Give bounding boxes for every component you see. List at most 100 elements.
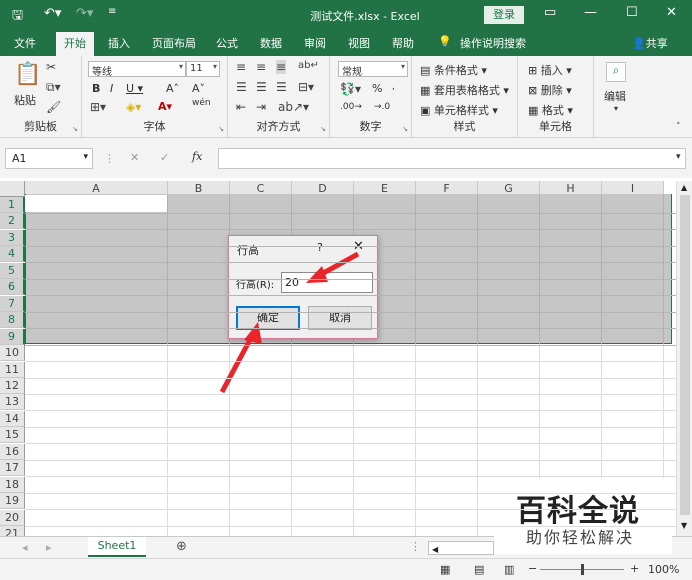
close-icon[interactable]: ✕ bbox=[666, 5, 677, 20]
dialog-launcher-icon[interactable]: ↘ bbox=[402, 125, 408, 133]
ribbon-display-icon[interactable]: ▭ bbox=[544, 5, 556, 20]
delete-cells-button[interactable]: ⊠ 删除 ▾ bbox=[528, 82, 572, 98]
expand-formula-icon[interactable]: ▾ bbox=[676, 152, 681, 162]
login-button[interactable]: 登录 bbox=[484, 6, 524, 24]
row-header[interactable]: 3 bbox=[0, 229, 25, 246]
format-as-table-button[interactable]: ▦ 套用表格格式 ▾ bbox=[420, 82, 509, 98]
page-layout-view-icon[interactable]: ▤ bbox=[474, 563, 484, 576]
increase-decimal-icon[interactable]: .00→ bbox=[340, 102, 362, 112]
insert-function-icon[interactable]: fx bbox=[192, 150, 202, 163]
cancel-entry-icon[interactable]: ✕ bbox=[130, 151, 139, 164]
row-header[interactable]: 20 bbox=[0, 509, 25, 526]
zoom-slider-thumb[interactable] bbox=[581, 564, 584, 575]
align-center-icon[interactable]: ☰ bbox=[256, 80, 267, 94]
zoom-level[interactable]: 100% bbox=[648, 563, 679, 576]
format-cells-button[interactable]: ▦ 格式 ▾ bbox=[528, 102, 573, 118]
format-painter-icon[interactable]: 🖌 bbox=[46, 100, 61, 114]
underline-icon[interactable]: U ▾ bbox=[126, 82, 143, 95]
align-left-icon[interactable]: ☰ bbox=[236, 80, 247, 94]
decrease-font-icon[interactable]: A˅ bbox=[192, 82, 205, 95]
paste-icon[interactable]: 📋 bbox=[14, 62, 41, 87]
font-name-combo[interactable]: 等线 ▾ bbox=[88, 61, 186, 78]
collapse-ribbon-icon[interactable]: ˄ bbox=[676, 122, 681, 132]
customize-qat-icon[interactable]: ≡ bbox=[108, 6, 116, 17]
tab-home[interactable]: 开始 bbox=[56, 32, 94, 56]
row-header[interactable]: 1 bbox=[0, 197, 25, 213]
name-box[interactable]: A1 ▾ bbox=[5, 148, 93, 169]
dialog-launcher-icon[interactable]: ↘ bbox=[218, 125, 224, 133]
row-header[interactable]: 17 bbox=[0, 460, 25, 477]
formula-input[interactable] bbox=[218, 148, 686, 169]
conditional-format-button[interactable]: ▤ 条件格式 ▾ bbox=[420, 62, 487, 78]
minimize-icon[interactable]: — bbox=[584, 5, 597, 20]
tab-formulas[interactable]: 公式 bbox=[216, 35, 238, 51]
tell-me-search[interactable]: 操作说明搜索 bbox=[460, 35, 526, 51]
row-header[interactable]: 8 bbox=[0, 312, 25, 329]
page-break-view-icon[interactable]: ▥ bbox=[504, 563, 514, 576]
row-header[interactable]: 4 bbox=[0, 246, 25, 263]
tab-insert[interactable]: 插入 bbox=[108, 35, 130, 51]
normal-view-icon[interactable]: ▦ bbox=[440, 563, 450, 576]
row-header[interactable]: 12 bbox=[0, 377, 25, 394]
paste-label[interactable]: 粘贴 bbox=[14, 92, 36, 108]
chevron-down-icon[interactable]: ▾ bbox=[614, 104, 618, 113]
active-cell-a1[interactable] bbox=[25, 195, 168, 212]
insert-cells-button[interactable]: ⊞ 插入 ▾ bbox=[528, 62, 572, 78]
cell-styles-button[interactable]: ▣ 单元格样式 ▾ bbox=[420, 102, 498, 118]
vertical-scrollbar[interactable]: ▲ ▼ bbox=[676, 181, 692, 536]
tab-view[interactable]: 视图 bbox=[348, 35, 370, 51]
editing-label[interactable]: 编辑 bbox=[604, 88, 626, 104]
ok-button[interactable]: 确定 bbox=[236, 306, 300, 330]
row-header[interactable]: 18 bbox=[0, 476, 25, 493]
increase-indent-icon[interactable]: ⇥ bbox=[256, 100, 266, 114]
dialog-launcher-icon[interactable]: ↘ bbox=[320, 125, 326, 133]
zoom-in-icon[interactable]: + bbox=[630, 562, 639, 575]
align-middle-icon[interactable]: ≡ bbox=[256, 60, 266, 74]
decrease-indent-icon[interactable]: ⇤ bbox=[236, 100, 246, 114]
row-header[interactable]: 7 bbox=[0, 295, 25, 312]
search-icon[interactable]: ⌕ bbox=[606, 62, 626, 82]
orientation-icon[interactable]: ab↗▾ bbox=[278, 100, 309, 114]
border-icon[interactable]: ⊞▾ bbox=[90, 100, 106, 114]
row-header[interactable]: 10 bbox=[0, 345, 25, 362]
next-sheet-icon[interactable]: ▸ bbox=[46, 541, 52, 554]
comma-icon[interactable]: , bbox=[392, 82, 395, 92]
vertical-scroll-thumb[interactable] bbox=[680, 195, 690, 515]
cancel-button[interactable]: 取消 bbox=[308, 306, 372, 330]
maximize-icon[interactable]: ☐ bbox=[626, 5, 638, 20]
percent-icon[interactable]: % bbox=[372, 82, 382, 95]
tab-help[interactable]: 帮助 bbox=[392, 35, 414, 51]
tab-file[interactable]: 文件 bbox=[14, 35, 36, 51]
sheet-tab-sheet1[interactable]: Sheet1 bbox=[88, 537, 146, 557]
row-header[interactable]: 5 bbox=[0, 262, 25, 279]
decrease-decimal-icon[interactable]: →.0 bbox=[374, 102, 390, 112]
row-header[interactable]: 6 bbox=[0, 279, 25, 296]
increase-font-icon[interactable]: A˄ bbox=[166, 82, 179, 95]
scroll-down-icon[interactable]: ▼ bbox=[681, 521, 687, 530]
row-header[interactable]: 11 bbox=[0, 361, 25, 378]
horizontal-scrollbar[interactable]: ◀ bbox=[428, 541, 494, 555]
redo-icon[interactable]: ↷▾ bbox=[76, 6, 93, 21]
row-header[interactable]: 14 bbox=[0, 410, 25, 427]
scroll-left-icon[interactable]: ◀ bbox=[429, 545, 438, 554]
row-header[interactable]: 16 bbox=[0, 443, 25, 460]
row-header[interactable]: 2 bbox=[0, 213, 25, 230]
phonetic-icon[interactable]: wén bbox=[192, 98, 211, 108]
dialog-launcher-icon[interactable]: ↘ bbox=[72, 125, 78, 133]
row-height-input[interactable]: 20 bbox=[281, 272, 373, 293]
fill-color-icon[interactable]: ◈▾ bbox=[126, 100, 141, 114]
row-header[interactable]: 21 bbox=[0, 526, 25, 536]
row-header[interactable]: 13 bbox=[0, 394, 25, 411]
save-icon[interactable]: 🖫 bbox=[12, 6, 23, 28]
scroll-up-icon[interactable]: ▲ bbox=[681, 183, 687, 192]
font-color-icon[interactable]: A▾ bbox=[158, 100, 172, 113]
select-all-corner[interactable] bbox=[0, 181, 25, 197]
cut-icon[interactable]: ✂ bbox=[46, 60, 56, 74]
splitter-icon[interactable]: ⋮ bbox=[410, 540, 421, 553]
align-bottom-icon[interactable]: ≡ bbox=[276, 60, 287, 74]
confirm-entry-icon[interactable]: ✓ bbox=[160, 151, 169, 164]
align-top-icon[interactable]: ≡ bbox=[236, 60, 246, 74]
zoom-out-icon[interactable]: − bbox=[528, 562, 537, 575]
copy-icon[interactable]: ⧉▾ bbox=[46, 80, 61, 95]
tab-page-layout[interactable]: 页面布局 bbox=[152, 35, 196, 51]
